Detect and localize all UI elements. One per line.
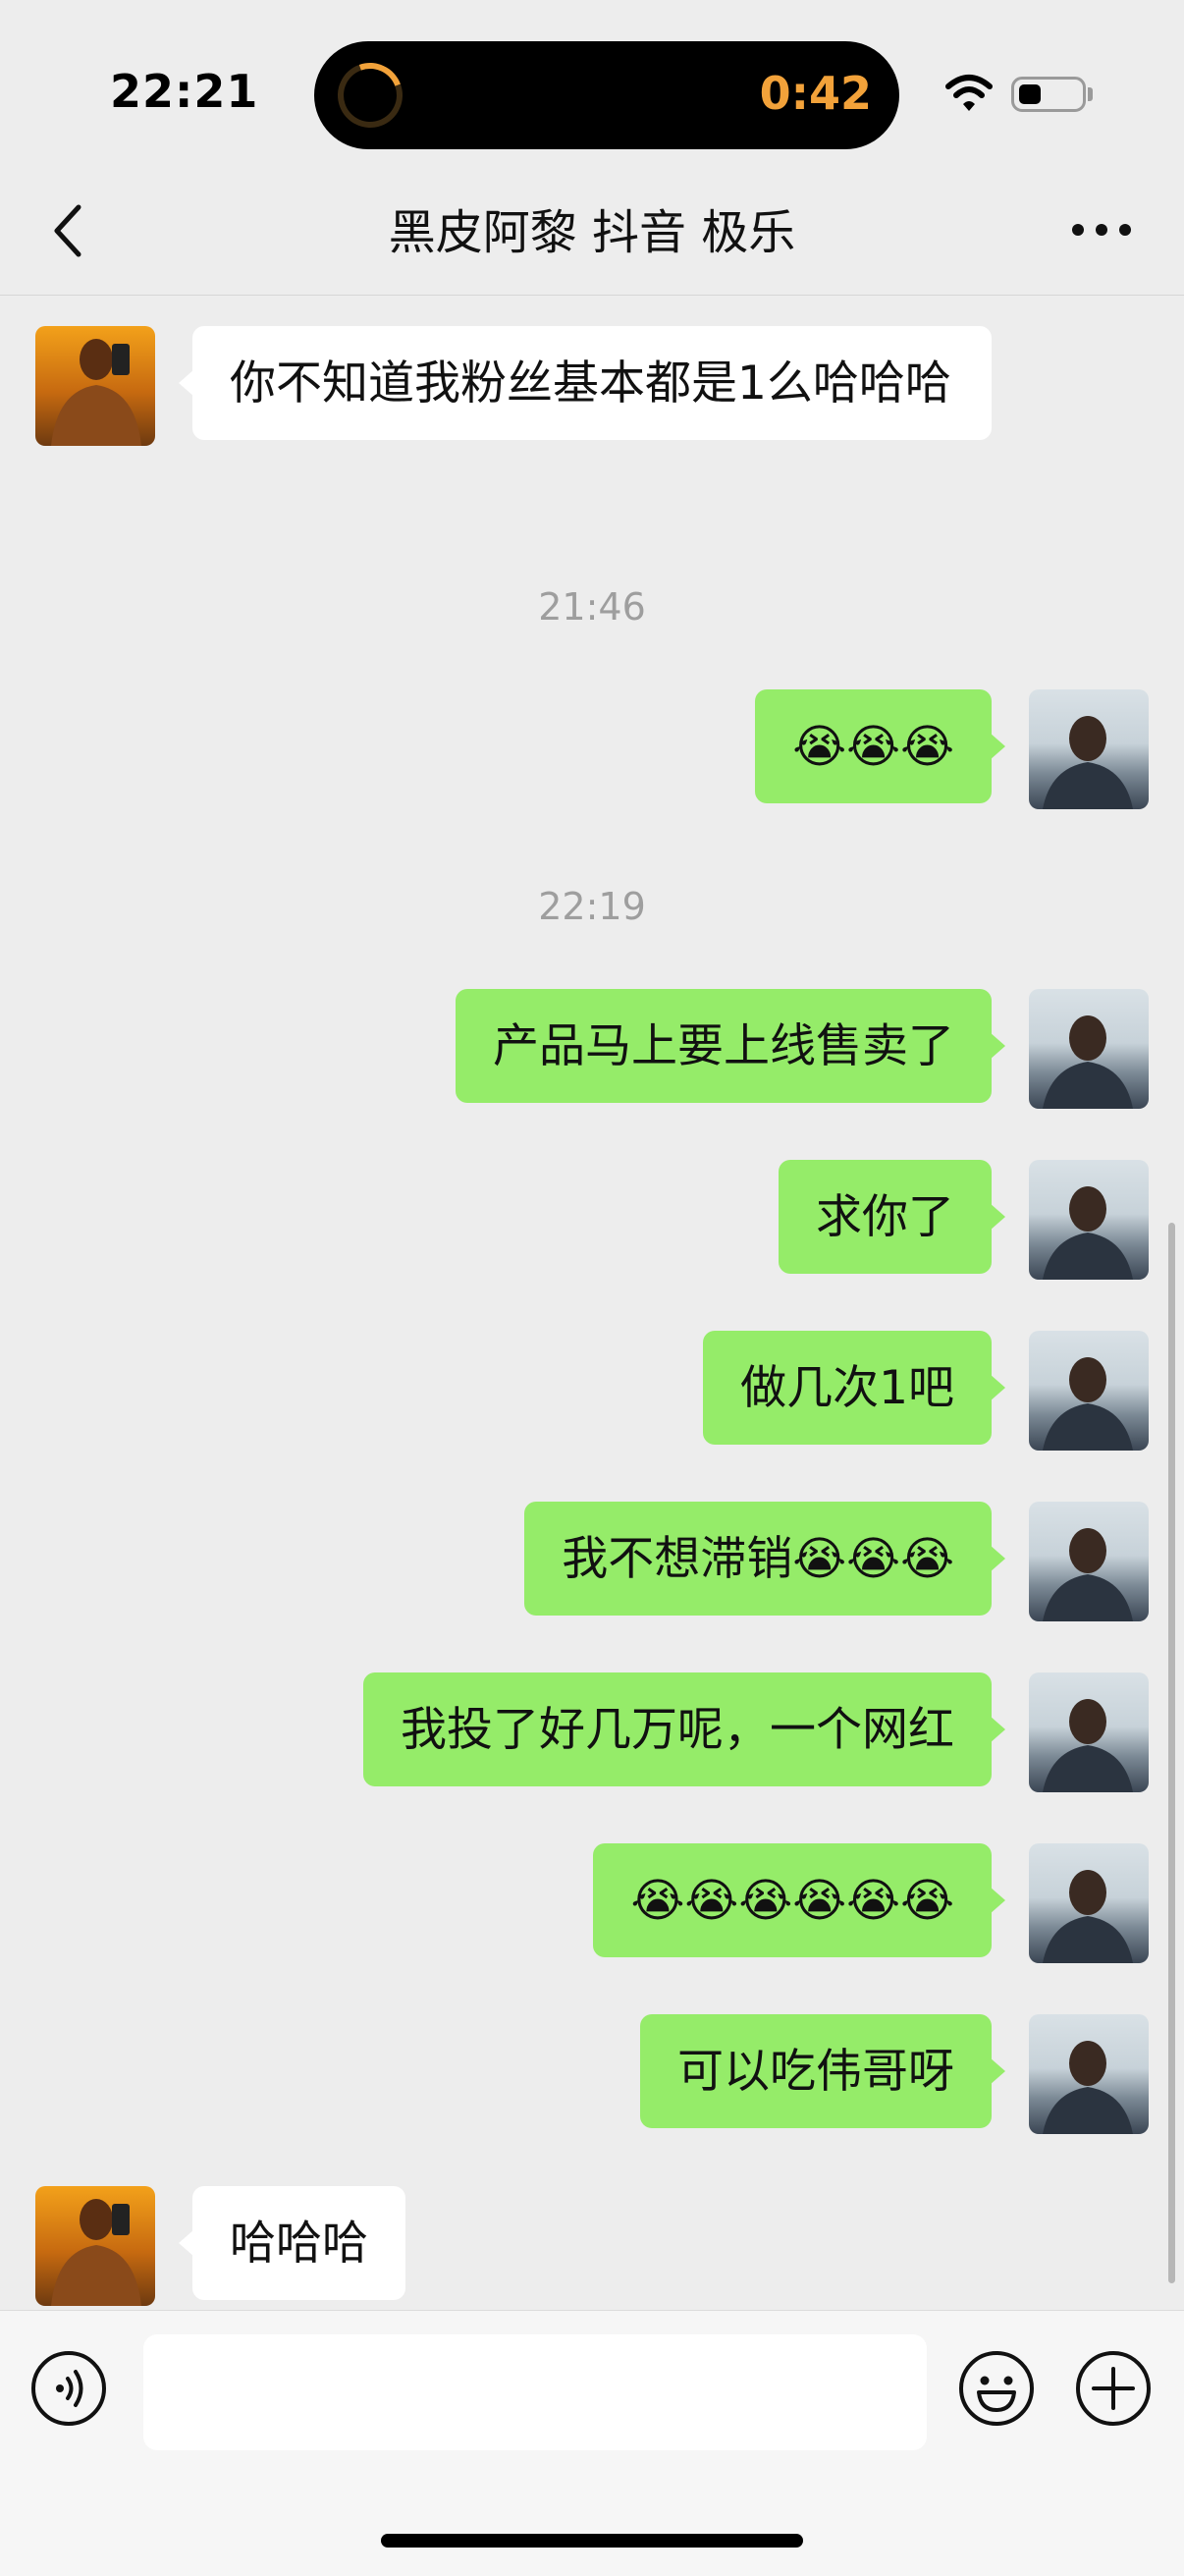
timer-icon bbox=[327, 52, 413, 138]
message-input[interactable] bbox=[143, 2334, 927, 2450]
dynamic-island[interactable]: 0:42 bbox=[314, 41, 899, 149]
plus-icon[interactable] bbox=[1074, 2349, 1153, 2428]
message-bubble[interactable]: 😭😭😭 bbox=[755, 689, 1005, 803]
status-bar: 22:21 0:42 bbox=[0, 0, 1184, 187]
message-bubble[interactable]: 产品马上要上线售卖了 bbox=[456, 989, 1005, 1103]
island-timer: 0:42 bbox=[759, 67, 872, 120]
peer-avatar[interactable] bbox=[35, 326, 155, 446]
message-bubble[interactable]: 我投了好几万呢，一个网红 bbox=[363, 1672, 1005, 1786]
wifi-icon bbox=[945, 75, 993, 111]
my-avatar[interactable] bbox=[1029, 1502, 1149, 1621]
message-bubble[interactable]: 哈哈哈 bbox=[179, 2186, 405, 2300]
message-timestamp: 22:19 bbox=[538, 885, 646, 928]
message-bubble[interactable]: 求你了 bbox=[779, 1160, 1005, 1274]
message-bubble[interactable]: 做几次1吧 bbox=[703, 1331, 1005, 1445]
my-avatar[interactable] bbox=[1029, 1843, 1149, 1963]
battery-nub bbox=[1088, 87, 1093, 101]
my-avatar[interactable] bbox=[1029, 689, 1149, 809]
my-avatar[interactable] bbox=[1029, 1160, 1149, 1280]
my-avatar[interactable] bbox=[1029, 1672, 1149, 1792]
message-bubble[interactable]: 我不想滞销😭😭😭 bbox=[524, 1502, 1005, 1616]
my-avatar[interactable] bbox=[1029, 989, 1149, 1109]
more-horizontal-icon[interactable] bbox=[1070, 218, 1133, 242]
voice-icon[interactable] bbox=[29, 2349, 108, 2428]
peer-avatar[interactable] bbox=[35, 2186, 155, 2306]
my-avatar[interactable] bbox=[1029, 2014, 1149, 2134]
status-time: 22:21 bbox=[110, 65, 259, 118]
smiley-icon[interactable] bbox=[957, 2349, 1036, 2428]
message-bubble[interactable]: 😭😭😭😭😭😭 bbox=[593, 1843, 1005, 1957]
scrollbar[interactable] bbox=[1168, 1223, 1175, 2283]
my-avatar[interactable] bbox=[1029, 1331, 1149, 1451]
home-indicator[interactable] bbox=[381, 2534, 803, 2548]
battery-icon bbox=[1011, 77, 1086, 112]
message-bubble[interactable]: 可以吃伟哥呀 bbox=[640, 2014, 1005, 2128]
chat-title: 黑皮阿黎 抖音 极乐 bbox=[388, 205, 796, 260]
message-bubble[interactable]: 你不知道我粉丝基本都是1么哈哈哈 bbox=[179, 326, 992, 440]
message-timestamp: 21:46 bbox=[538, 585, 646, 629]
